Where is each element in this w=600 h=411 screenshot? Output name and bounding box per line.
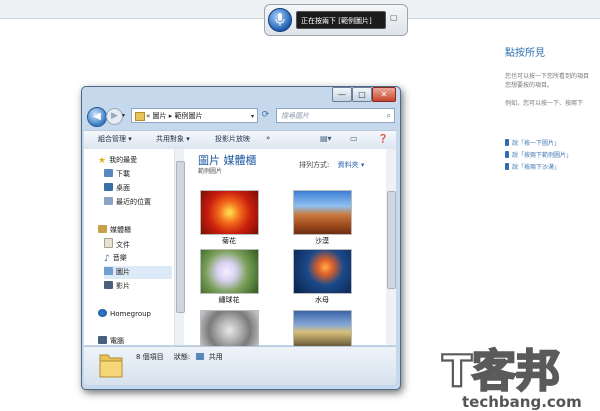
music-icon: ♪ (104, 254, 110, 264)
nav-pane-scrollbar[interactable] (175, 149, 185, 345)
search-input[interactable]: 搜尋圖片 ⌕ (276, 108, 395, 123)
microphone-bullet-icon (505, 163, 509, 170)
arrange-label: 排列方式: (299, 161, 330, 169)
help-link-1-text: 說「按一下圖片」 (512, 140, 561, 147)
view-options-icon[interactable]: ▤▾ (320, 134, 332, 144)
item-count: 8 個項目 (136, 353, 164, 361)
scrollbar-thumb[interactable] (176, 161, 185, 313)
state-value: 共用 (208, 353, 223, 361)
nav-label: 下載 (116, 170, 130, 178)
close-button[interactable]: ✕ (372, 87, 396, 102)
thumbnail-lighthouse[interactable] (293, 310, 352, 346)
nav-item-pictures[interactable]: 圖片 (104, 266, 172, 279)
nav-item-libraries[interactable]: 媒體櫃 (98, 224, 186, 237)
star-icon: ★ (98, 156, 107, 166)
folder-icon (135, 112, 145, 121)
navigation-pane: ★ 我的最愛 下載 桌面 最近的位置 媒體櫃 文件 ♪ 音樂 圖片 影片 Homeg… (84, 149, 175, 345)
more-commands-button[interactable]: » (266, 134, 270, 142)
help-title: 點按所見 (505, 48, 545, 59)
thumbnail-label: 繡球花 (218, 296, 240, 304)
nav-label: 桌面 (116, 184, 130, 192)
content-scrollbar[interactable] (386, 149, 396, 345)
nav-label: 我的最愛 (109, 156, 138, 164)
homegroup-icon (98, 309, 107, 317)
help-link-3[interactable]: 說「按兩下沙漠」 (505, 162, 560, 171)
thumbnail-desert[interactable] (293, 190, 352, 235)
window-controls: — □ ✕ (332, 87, 396, 102)
slideshow-button[interactable]: 投影片放映 (215, 134, 250, 144)
arrange-by: 排列方式: 資料夾 ▾ (299, 160, 364, 170)
nav-item-homegroup[interactable]: Homegroup (98, 308, 186, 321)
microphone-bullet-icon (505, 151, 509, 158)
downloads-icon (104, 169, 113, 177)
share-with-button[interactable]: 共用對象 ▾ (156, 134, 190, 144)
maximize-button[interactable]: □ (352, 87, 372, 102)
nav-label: 電腦 (110, 337, 124, 345)
documents-icon (104, 238, 113, 248)
help-link-2-text: 說「按兩下範例圖片」 (512, 152, 573, 159)
help-link-3-text: 說「按兩下沙漠」 (512, 164, 561, 171)
state-label: 狀態: (173, 353, 191, 361)
scrollbar-thumb[interactable] (387, 191, 396, 289)
command-toolbar: 組合管理 ▾ 共用對象 ▾ 投影片放映 » ▤▾ ▭ ❓ (84, 130, 396, 150)
nav-label: Homegroup (110, 310, 152, 318)
nav-label: 最近的位置 (116, 198, 151, 206)
arrange-dropdown[interactable]: 資料夾 ▾ (338, 161, 365, 169)
back-button[interactable]: ◀ (87, 107, 107, 127)
watermark-brand: T客邦 (442, 346, 560, 397)
address-dropdown-icon[interactable]: ▾ (251, 109, 254, 124)
microphone-bullet-icon (505, 139, 509, 146)
computer-icon (98, 336, 107, 344)
minimize-button[interactable]: — (332, 87, 352, 102)
nav-label: 音樂 (112, 254, 127, 262)
speech-status-text: 正在按兩下 [範例圖片] (296, 11, 386, 29)
search-placeholder: 搜尋圖片 (281, 112, 309, 120)
nav-item-favorites[interactable]: ★ 我的最愛 (98, 154, 186, 167)
help-link-1[interactable]: 說「按一下圖片」 (505, 138, 560, 147)
preview-pane-icon[interactable]: ▭ (350, 134, 358, 144)
recent-places-icon (104, 197, 113, 205)
thumbnail-label: 沙漠 (315, 237, 329, 245)
watermark-logo: T客邦 techbang.com (441, 345, 582, 410)
folder-icon (99, 350, 123, 378)
thumbnail-chrysanthemum[interactable] (200, 190, 259, 235)
help-icon[interactable]: ❓ (378, 134, 388, 144)
nav-label: 圖片 (116, 268, 130, 276)
organize-button[interactable]: 組合管理 ▾ (98, 134, 132, 144)
thumbnail-koala[interactable] (200, 310, 259, 346)
thumbnail-jellyfish[interactable] (293, 249, 352, 294)
address-bar[interactable]: « 圖片 ▸ 範例圖片 ▾ (131, 108, 258, 123)
microphone-icon[interactable] (268, 8, 292, 32)
thumbnail-label: 水母 (315, 296, 329, 304)
help-paragraph-2: 例如，您可以按一下、按兩下 (505, 100, 584, 107)
help-paragraph-1-line-1: 您也可以按一下您所看到的項目 (505, 73, 590, 80)
library-subtitle: 範例圖片 (198, 168, 223, 175)
videos-icon (104, 281, 113, 289)
refresh-button[interactable]: ⟳ (259, 109, 272, 122)
help-paragraph-1-line-2: 您想要按的項目。 (505, 82, 554, 89)
help-link-2[interactable]: 說「按兩下範例圖片」 (505, 150, 572, 159)
forward-button[interactable]: ▶ (106, 108, 123, 125)
nav-label: 文件 (116, 241, 130, 249)
thumbnail-label: 菊花 (222, 237, 236, 245)
shared-users-icon (195, 353, 204, 360)
status-text: 8 個項目 狀態: 共用 (136, 352, 223, 362)
pictures-icon (104, 267, 113, 275)
desktop-icon (104, 183, 113, 191)
nav-label: 媒體櫃 (110, 226, 131, 234)
speech-options-icon[interactable]: ▢ (390, 13, 400, 25)
search-icon[interactable]: ⌕ (387, 109, 391, 123)
libraries-icon (98, 225, 107, 233)
watermark-domain: techbang.com (462, 393, 582, 410)
recent-pages-dropdown[interactable]: ▾ (122, 112, 125, 119)
nav-label: 影片 (116, 282, 130, 290)
status-bar (84, 346, 396, 385)
address-path: « 圖片 ▸ 範例圖片 (146, 112, 203, 120)
thumbnail-hydrangeas[interactable] (200, 249, 259, 294)
